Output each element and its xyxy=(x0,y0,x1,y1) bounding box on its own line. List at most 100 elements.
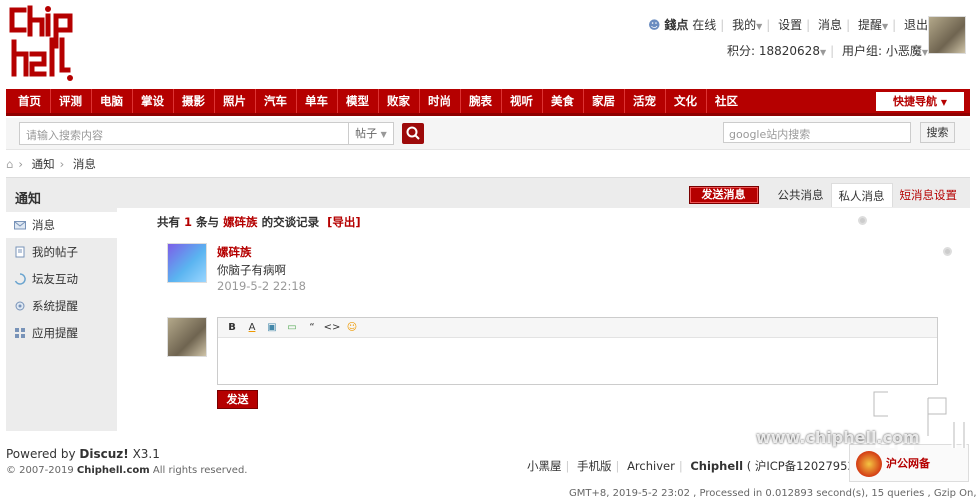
sidebar-item-messages[interactable]: 消息 xyxy=(6,212,117,238)
breadcrumb-notice[interactable]: 通知 xyxy=(32,157,55,171)
nav-item[interactable]: 文化 xyxy=(666,89,707,113)
nav-item[interactable]: 首页 xyxy=(10,89,51,113)
powered-by: Powered by Discuz! X3.1 xyxy=(6,447,160,461)
messages-link[interactable]: 消息 xyxy=(818,18,842,32)
sidebar-title: 通知 xyxy=(15,192,42,207)
badge-label: 沪公网备 xyxy=(886,457,930,470)
nav-item[interactable]: 电脑 xyxy=(92,89,133,113)
google-search-input[interactable]: google站内搜索 xyxy=(723,122,911,143)
footer-link-archiver[interactable]: Archiver xyxy=(627,459,675,473)
nav-item[interactable]: 时尚 xyxy=(420,89,461,113)
google-search-button[interactable]: 搜索 xyxy=(920,122,955,143)
logout-link[interactable]: 退出 xyxy=(904,18,928,32)
grid-icon xyxy=(15,328,25,338)
home-icon[interactable]: ⌂ xyxy=(6,157,13,171)
footer-links: 小黑屋 | 手机版 | Archiver | Chiphell ( 沪ICP备1202… xyxy=(527,459,886,473)
search-input[interactable]: 请输入搜索内容 xyxy=(19,122,349,145)
sidebar-item-label: 系统提醒 xyxy=(32,299,78,313)
chiphell-logo[interactable] xyxy=(6,4,74,84)
main-nav: 首页 评测 电脑 掌设 摄影 照片 汽车 单车 模型 败家 时尚 腕表 视听 美… xyxy=(6,89,970,116)
watermark-text: www.chiphell.com xyxy=(756,428,920,447)
message-text: 你脑子有病啊 xyxy=(217,263,286,277)
nav-item[interactable]: 汽车 xyxy=(256,89,297,113)
search-bar: 请输入搜索内容 帖子 ▼ google站内搜索 搜索 xyxy=(6,118,970,150)
my-menu-link[interactable]: 我的 xyxy=(732,18,756,32)
sender-avatar[interactable] xyxy=(167,243,207,283)
quote-icon[interactable]: “ xyxy=(302,322,322,333)
reminders-link[interactable]: 提醒 xyxy=(858,18,882,32)
summary-prefix: 共有 xyxy=(157,215,180,229)
delete-conversation-icon[interactable] xyxy=(858,216,867,225)
discuz-link[interactable]: Discuz! xyxy=(79,447,128,461)
tab-settings[interactable]: 短消息设置 xyxy=(893,183,965,207)
delete-message-icon[interactable] xyxy=(943,247,952,256)
nav-item[interactable]: 活宠 xyxy=(625,89,666,113)
nav-item[interactable]: 视听 xyxy=(502,89,543,113)
nav-item[interactable]: 模型 xyxy=(338,89,379,113)
nav-item[interactable]: 美食 xyxy=(543,89,584,113)
search-type-select[interactable]: 帖子 ▼ xyxy=(349,122,394,145)
sidebar-item-label: 应用提醒 xyxy=(32,326,78,340)
tab-private[interactable]: 私人消息 xyxy=(830,183,893,207)
summary-count: 1 xyxy=(184,215,193,229)
copyright: © 2007-2019 Chiphell.com All rights rese… xyxy=(6,465,247,476)
footer-link-blacklist[interactable]: 小黑屋 xyxy=(527,459,562,473)
police-badge[interactable]: 沪公网备 xyxy=(849,444,969,482)
user-group-link[interactable]: 用户组: 小恶魔 xyxy=(842,44,922,58)
chevron-down-icon: ▼ xyxy=(940,98,947,107)
reply-editor[interactable]: B A ▣ ▭ “ <> ☺ xyxy=(217,317,938,385)
summary-user-link[interactable]: 嫘砗族 xyxy=(223,215,258,229)
username-link[interactable]: 錢点 xyxy=(664,18,688,32)
send-button[interactable]: 发送 xyxy=(217,390,258,409)
image-icon[interactable]: ▣ xyxy=(262,322,282,333)
nav-item[interactable]: 单车 xyxy=(297,89,338,113)
sidebar-item-apps[interactable]: 应用提醒 xyxy=(6,320,117,346)
footer-link-mobile[interactable]: 手机版 xyxy=(577,459,612,473)
breadcrumb-message: 消息 xyxy=(72,157,96,171)
footer-link-chiphell[interactable]: Chiphell xyxy=(690,459,743,473)
avatar[interactable] xyxy=(928,16,966,54)
site-link[interactable]: Chiphell.com xyxy=(77,465,150,476)
nav-item[interactable]: 败家 xyxy=(379,89,420,113)
message-author[interactable]: 嫘砗族 xyxy=(217,244,252,260)
recycle-icon xyxy=(14,273,26,285)
quick-nav-label: 快捷导航 xyxy=(893,95,937,108)
smiley-icon[interactable]: ☺ xyxy=(342,322,362,333)
sidebar-item-my-posts[interactable]: 我的帖子 xyxy=(6,239,117,265)
document-icon xyxy=(15,246,25,258)
nav-item[interactable]: 照片 xyxy=(215,89,256,113)
nav-item[interactable]: 评测 xyxy=(51,89,92,113)
send-message-button[interactable]: 发送消息 xyxy=(688,186,759,204)
code-icon[interactable]: <> xyxy=(322,322,342,333)
nav-item[interactable]: 摄影 xyxy=(174,89,215,113)
my-avatar xyxy=(167,317,207,357)
quick-nav-button[interactable]: 快捷导航 ▼ xyxy=(876,92,964,111)
search-button[interactable] xyxy=(402,123,424,144)
powered-prefix: Powered by xyxy=(6,447,76,461)
sidebar-item-interaction[interactable]: 坛友互动 xyxy=(6,266,117,292)
nav-item[interactable]: 掌设 xyxy=(133,89,174,113)
link-icon[interactable]: ▭ xyxy=(282,322,302,333)
nav-item[interactable]: 社区 xyxy=(707,89,747,113)
settings-link[interactable]: 设置 xyxy=(778,18,802,32)
nav-item[interactable]: 腕表 xyxy=(461,89,502,113)
user-icon: ☻ xyxy=(648,18,661,32)
message-time: 2019-5-2 22:18 xyxy=(217,279,306,293)
copyright-text: All rights reserved. xyxy=(152,465,248,476)
sidebar-item-system[interactable]: 系统提醒 xyxy=(6,293,117,319)
bold-icon[interactable]: B xyxy=(222,322,242,333)
footer: Powered by Discuz! X3.1 © 2007-2019 Chip… xyxy=(6,444,980,504)
nav-item[interactable]: 家居 xyxy=(584,89,625,113)
envelope-icon xyxy=(14,221,26,230)
conversation-summary: 共有 1 条与 嫘砗族 的交谈记录 [导出] xyxy=(157,214,361,230)
search-icon xyxy=(406,126,420,140)
copyright-year: © 2007-2019 xyxy=(6,465,74,476)
user-panel: ☻ 錢点 在线 | 我的▼ | 设置 | 消息 | 提醒▼ | 退出 积分: 188206… xyxy=(648,18,928,58)
main-panel: 通知 消息 我的帖子 坛友互动 系统提醒 应用提醒 发送消息 公共消息 私人消息… xyxy=(6,177,970,432)
chevron-down-icon: ▼ xyxy=(756,22,763,31)
points-link[interactable]: 积分: 18820628 xyxy=(727,44,820,58)
tab-public[interactable]: 公共消息 xyxy=(771,183,831,207)
gear-icon xyxy=(15,301,25,311)
export-link[interactable]: [导出] xyxy=(327,215,361,229)
font-color-icon[interactable]: A xyxy=(242,322,262,333)
